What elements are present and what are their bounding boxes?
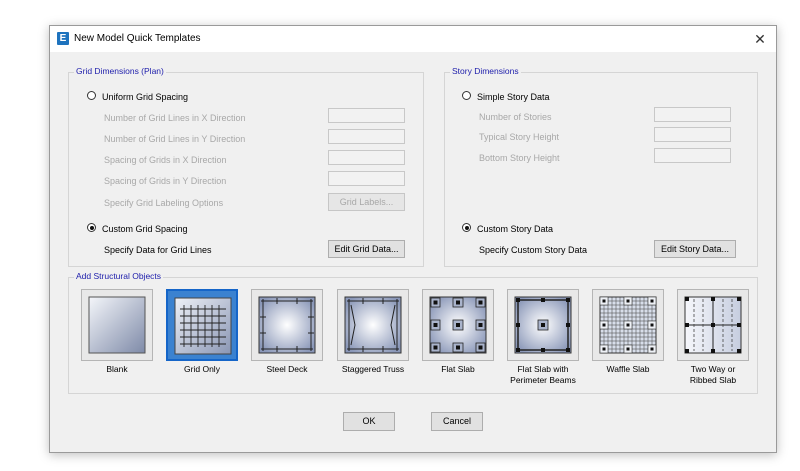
ok-button[interactable]: OK [343, 412, 395, 431]
simple-story-data-radio[interactable] [462, 91, 471, 100]
two-way-ribbed-slab-template-label: Two Way or Ribbed Slab [689, 364, 737, 385]
story-dimensions-legend: Story Dimensions [450, 66, 521, 76]
grid-dimensions-legend: Grid Dimensions (Plan) [74, 66, 166, 76]
custom-story-data-radio[interactable] [462, 223, 471, 232]
steel-deck-template-label: Steel Deck [266, 364, 308, 374]
simple-story-data-label: Simple Story Data [477, 92, 550, 102]
bottom-story-height-label: Bottom Story Height [479, 153, 560, 163]
staggered-truss-template-label: Staggered Truss [341, 364, 405, 374]
specify-grid-data-label: Specify Data for Grid Lines [104, 245, 212, 255]
custom-grid-spacing-label: Custom Grid Spacing [102, 224, 188, 234]
close-button[interactable]: ✕ [750, 29, 770, 49]
cancel-button[interactable]: Cancel [431, 412, 483, 431]
custom-story-data-label: Custom Story Data [477, 224, 554, 234]
two-way-ribbed-slab-template-icon [684, 296, 742, 354]
flat-slab-template-label: Flat Slab [441, 364, 475, 374]
grid-only-template-button[interactable] [166, 289, 238, 361]
blank-template-icon [88, 296, 146, 354]
grid-lines-x-input[interactable] [328, 108, 405, 123]
waffle-slab-template-label: Waffle Slab [606, 364, 650, 374]
etabs-app-icon: E [57, 32, 69, 45]
edit-grid-data-button[interactable]: Edit Grid Data... [328, 240, 405, 258]
flat-slab-template-icon [429, 296, 487, 354]
grid-labels-button[interactable]: Grid Labels... [328, 193, 405, 211]
add-structural-objects-legend: Add Structural Objects [74, 271, 164, 281]
flat-slab-perimeter-beams-template-icon [514, 296, 572, 354]
number-of-stories-label: Number of Stories [479, 112, 552, 122]
typical-story-height-label: Typical Story Height [479, 132, 560, 142]
grid-spacing-x-input[interactable] [328, 150, 405, 165]
custom-grid-spacing-radio[interactable] [87, 223, 96, 232]
waffle-slab-template-button[interactable] [592, 289, 664, 361]
grid-lines-x-label: Number of Grid Lines in X Direction [104, 113, 246, 123]
steel-deck-template-icon [258, 296, 316, 354]
uniform-grid-spacing-radio[interactable] [87, 91, 96, 100]
number-of-stories-input[interactable] [654, 107, 731, 122]
uniform-grid-spacing-label: Uniform Grid Spacing [102, 92, 189, 102]
flat-slab-perimeter-beams-template-label: Flat Slab with Perimeter Beams [510, 364, 576, 385]
waffle-slab-template-icon [599, 296, 657, 354]
staggered-truss-template-icon [344, 296, 402, 354]
title-bar: E New Model Quick Templates ✕ [50, 26, 776, 52]
grid-only-template-icon [174, 297, 232, 355]
grid-lines-y-input[interactable] [328, 129, 405, 144]
steel-deck-template-button[interactable] [251, 289, 323, 361]
two-way-ribbed-slab-template-button[interactable] [677, 289, 749, 361]
grid-labeling-options-label: Specify Grid Labeling Options [104, 198, 224, 208]
specify-custom-story-data-label: Specify Custom Story Data [479, 245, 588, 255]
grid-only-template-label: Grid Only [184, 364, 220, 374]
flat-slab-perimeter-beams-template-button[interactable] [507, 289, 579, 361]
bottom-story-height-input[interactable] [654, 148, 731, 163]
edit-story-data-button[interactable]: Edit Story Data... [654, 240, 736, 258]
window-title: New Model Quick Templates [74, 33, 201, 44]
blank-template-button[interactable] [81, 289, 153, 361]
typical-story-height-input[interactable] [654, 127, 731, 142]
flat-slab-template-button[interactable] [422, 289, 494, 361]
grid-spacing-y-input[interactable] [328, 171, 405, 186]
grid-lines-y-label: Number of Grid Lines in Y Direction [104, 134, 246, 144]
staggered-truss-template-button[interactable] [337, 289, 409, 361]
grid-spacing-x-label: Spacing of Grids in X Direction [104, 155, 227, 165]
grid-spacing-y-label: Spacing of Grids in Y Direction [104, 176, 227, 186]
blank-template-label: Blank [106, 364, 128, 374]
